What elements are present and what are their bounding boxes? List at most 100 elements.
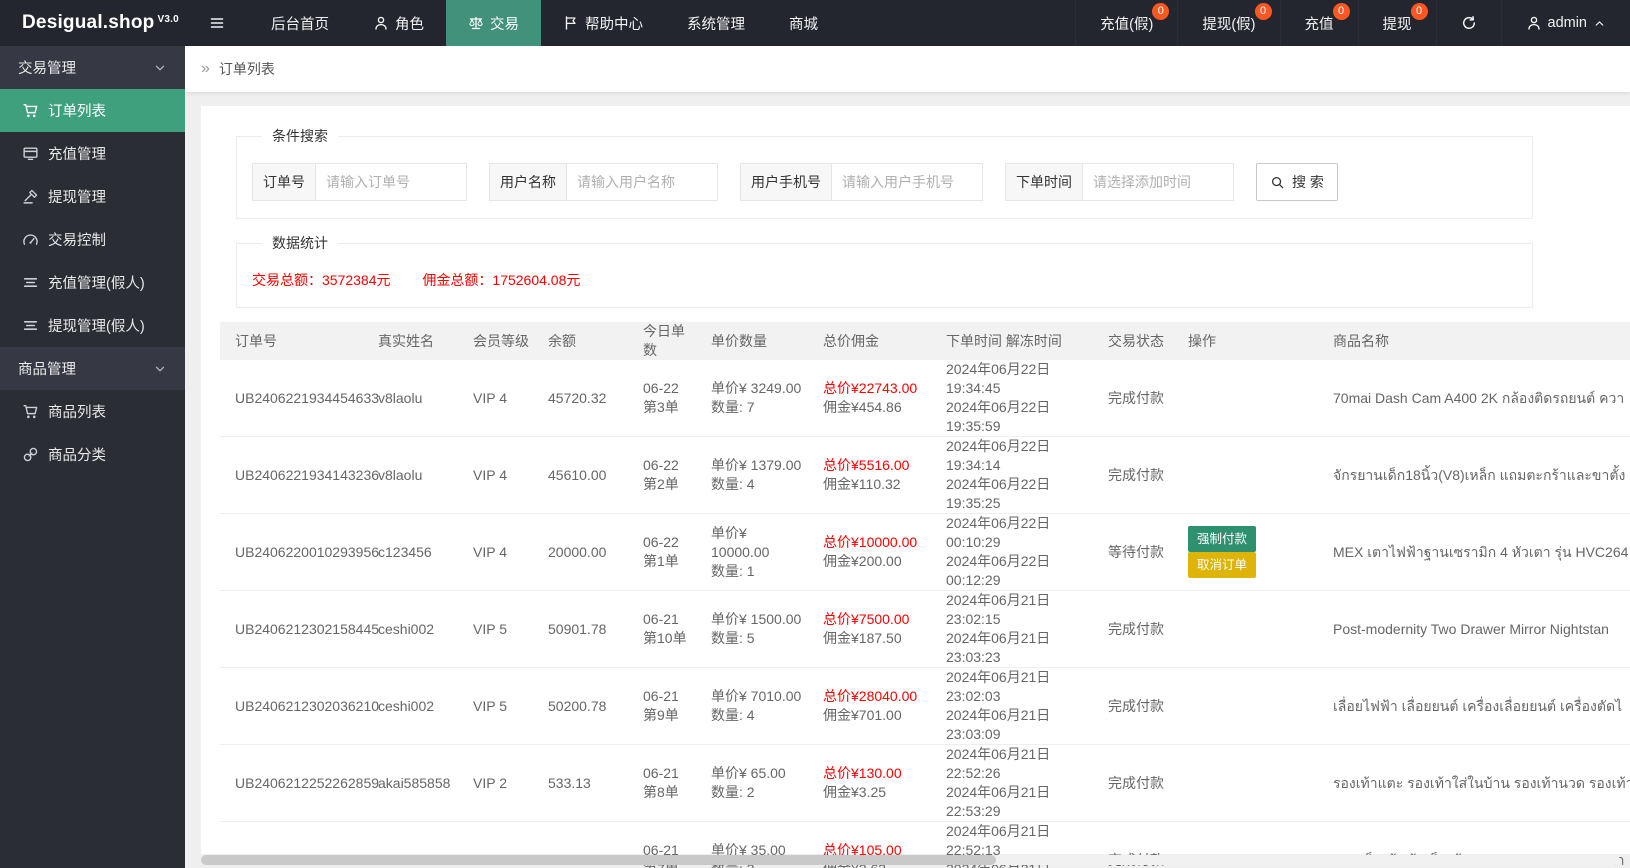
user-menu[interactable]: admin	[1500, 0, 1630, 46]
status-badge: 完成付款	[1108, 466, 1164, 483]
today-orders: 06-22 第3单	[643, 380, 679, 415]
recharge-fake-button[interactable]: 充值(假) 0	[1075, 0, 1177, 46]
commission: 佣金¥110.32	[823, 476, 901, 492]
gavel-icon	[22, 188, 39, 205]
stats-fieldset: 数据统计 交易总额：3572384元 佣金总额：1752604.08元	[236, 233, 1533, 308]
header-status: 交易状态	[1108, 332, 1164, 349]
real-name: v8laolu	[378, 466, 423, 483]
total-commission: 总价¥130.00 佣金¥3.25	[808, 764, 931, 802]
tab-help-center[interactable]: 帮助中心	[541, 0, 665, 46]
header-operations: 操作	[1188, 332, 1216, 349]
tab-trade[interactable]: 交易	[446, 0, 541, 46]
sidebar-item-trade-control[interactable]: 交易控制	[0, 218, 185, 261]
horizontal-scrollbar-thumb[interactable]	[201, 855, 996, 865]
brand-name: Desigual.shop	[22, 12, 155, 33]
total-commission-amount: 佣金总额：1752604.08元	[422, 272, 581, 288]
force-pay-button[interactable]: 强制付款	[1188, 526, 1257, 552]
user-phone-field-group: 用户手机号	[740, 163, 983, 201]
sidebar-item-recharge-management-fake[interactable]: 充值管理(假人)	[0, 261, 185, 304]
status-badge: 完成付款	[1108, 697, 1164, 714]
refresh-button[interactable]	[1435, 0, 1501, 46]
order-id: UB2406212252262859	[235, 774, 380, 791]
table-body: UB2406221934454633 v8laolu VIP 4 45720.3…	[220, 360, 1630, 868]
search-button[interactable]: 搜 索	[1256, 163, 1338, 201]
total-price: 总价¥130.00	[823, 765, 902, 781]
sidebar-item-recharge-management[interactable]: 充值管理	[0, 132, 185, 175]
list-icon	[22, 274, 39, 291]
today-orders: 06-22 第1单	[643, 534, 679, 569]
order-times: 2024年06月22日 19:34:14 2024年06月22日 19:35:2…	[946, 438, 1051, 511]
order-times: 2024年06月22日 19:34:45 2024年06月22日 19:35:5…	[946, 361, 1051, 434]
tab-system-management[interactable]: 系统管理	[665, 0, 767, 46]
chevron-down-icon	[153, 362, 167, 376]
status-badge: 完成付款	[1108, 389, 1164, 406]
real-name: ceshi002	[378, 697, 435, 714]
order-id: UB2406212302158445	[235, 620, 380, 637]
status-badge: 完成付款	[1108, 620, 1164, 637]
order-times: 2024年06月21日 23:02:15 2024年06月21日 23:03:2…	[946, 592, 1051, 665]
table-row: UB2406212302158445 ceshi002 VIP 5 50901.…	[220, 591, 1630, 668]
balance: 45720.32	[548, 389, 607, 406]
brand-logo: Desigual.shop V3.0	[0, 0, 185, 46]
chevron-up-icon	[1593, 17, 1606, 30]
order-id-input[interactable]	[316, 164, 466, 200]
row-actions: 强制付款取消订单	[1173, 526, 1318, 578]
total-commission: 总价¥10000.00 佣金¥200.00	[808, 533, 931, 571]
tab-roles[interactable]: 角色	[351, 0, 446, 46]
top-bar: Desigual.shop V3.0 后台首页 角色 交易 帮助中心 系统管理 …	[0, 0, 1630, 46]
order-time-input[interactable]	[1083, 164, 1233, 200]
vip-level: VIP 5	[473, 697, 507, 714]
person-icon	[373, 15, 389, 31]
table-row: UB2406212302036210 ceshi002 VIP 5 50200.…	[220, 668, 1630, 745]
cart-icon	[22, 403, 39, 420]
today-orders: 06-22 第2单	[643, 457, 679, 492]
user-phone-input[interactable]	[832, 164, 982, 200]
main-content: 条件搜索 订单号 用户名称 用户手机号 下单时间	[185, 92, 1630, 868]
total-commission: 总价¥28040.00 佣金¥701.00	[808, 687, 931, 725]
product-name: Post-modernity Two Drawer Mirror Nightst…	[1333, 620, 1609, 637]
commission: 佣金¥454.86	[823, 399, 902, 415]
refresh-icon	[1461, 15, 1477, 31]
header-today-orders: 今日单数	[643, 323, 685, 358]
balance: 50901.78	[548, 620, 607, 637]
sidebar-group-trade-management[interactable]: 交易管理	[0, 46, 185, 89]
order-time-field-group: 下单时间	[1005, 163, 1234, 201]
commission: 佣金¥3.25	[823, 784, 887, 800]
real-name: v8laolu	[378, 389, 423, 406]
order-id-field-group: 订单号	[252, 163, 467, 201]
withdraw-fake-button[interactable]: 提现(假) 0	[1177, 0, 1279, 46]
sidebar-item-order-list[interactable]: 订单列表	[0, 89, 185, 132]
product-name: MEX เตาไฟฟ้าฐานเซรามิก 4 หัวเตา รุ่น HVC…	[1333, 543, 1629, 560]
withdraw-button[interactable]: 提现 0	[1357, 0, 1436, 46]
list-icon	[22, 317, 39, 334]
recharge-button[interactable]: 充值 0	[1279, 0, 1358, 46]
order-id: UB2406220010293956	[235, 543, 380, 560]
tab-mall[interactable]: 商城	[767, 0, 840, 46]
sidebar-item-withdraw-management[interactable]: 提现管理	[0, 175, 185, 218]
header-price-qty: 单价数量	[711, 332, 767, 349]
commission: 佣金¥187.50	[823, 630, 902, 646]
table-row: UB2406212252262859 akai585858 VIP 2 533.…	[220, 745, 1630, 822]
total-price: 总价¥28040.00	[823, 688, 918, 704]
user-name-input[interactable]	[567, 164, 717, 200]
cancel-order-button[interactable]: 取消订单	[1188, 552, 1257, 578]
total-price: 总价¥10000.00	[823, 534, 918, 550]
real-name: akai585858	[378, 774, 451, 791]
sidebar-item-withdraw-management-fake[interactable]: 提现管理(假人)	[0, 304, 185, 347]
sidebar-item-product-list[interactable]: 商品列表	[0, 390, 185, 433]
sidebar-group-product-management[interactable]: 商品管理	[0, 347, 185, 390]
status-badge: 等待付款	[1108, 543, 1164, 560]
chevron-down-icon	[153, 61, 167, 75]
header-total-commission: 总价佣金	[823, 332, 879, 349]
tab-dashboard[interactable]: 后台首页	[249, 0, 351, 46]
header-real-name: 真实姓名	[378, 332, 434, 349]
sidebar-item-product-category[interactable]: 商品分类	[0, 433, 185, 476]
username: admin	[1547, 15, 1588, 31]
sidebar-toggle-button[interactable]	[185, 0, 249, 46]
header-vip-level: 会员等级	[473, 332, 529, 349]
stats-line: 交易总额：3572384元 佣金总额：1752604.08元	[252, 270, 1517, 290]
price-qty: 单价¥ 65.00 数量: 2	[711, 765, 786, 800]
header-balance: 余额	[548, 332, 576, 349]
table-header: 订单号 真实姓名 会员等级 余额 今日单数 单价数量 总价佣金 下单时间 解冻时…	[220, 322, 1630, 360]
total-commission: 总价¥7500.00 佣金¥187.50	[808, 610, 931, 648]
